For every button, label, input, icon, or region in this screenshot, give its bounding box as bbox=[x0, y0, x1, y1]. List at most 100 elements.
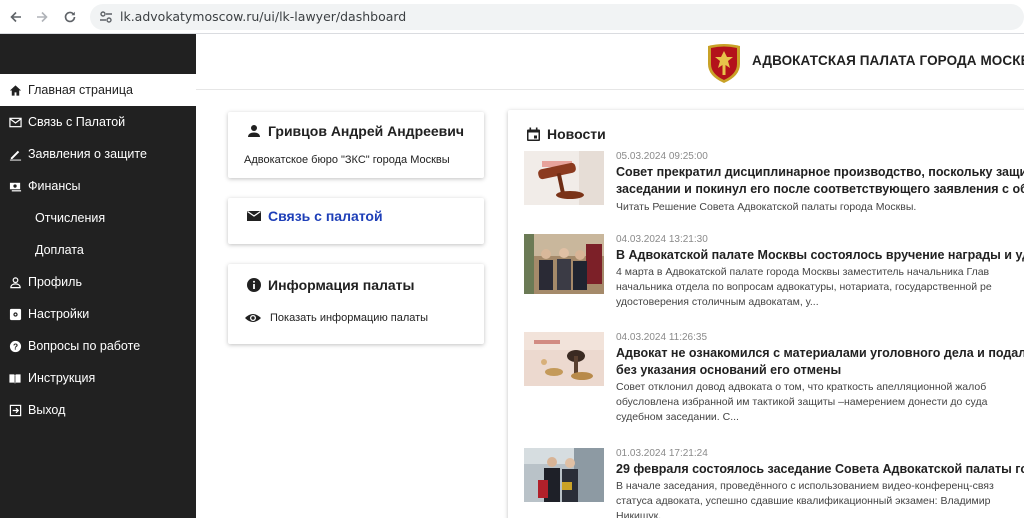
edit-icon bbox=[8, 147, 22, 161]
calendar-icon bbox=[526, 127, 541, 142]
sidebar-item-settings[interactable]: Настройки bbox=[0, 298, 196, 330]
news-item[interactable]: 05.03.2024 09:25:00 Совет прекратил дисц… bbox=[524, 151, 1024, 221]
sidebar-item-label: Инструкция bbox=[28, 371, 96, 385]
site-info-icon[interactable] bbox=[98, 9, 114, 25]
news-headline[interactable]: Совет прекратил дисциплинарное производс… bbox=[616, 164, 1024, 198]
person-icon bbox=[8, 275, 22, 289]
excerpt-line: В начале заседания, проведённого с испол… bbox=[616, 480, 994, 492]
person-icon bbox=[246, 123, 262, 139]
sidebar-item-label: Главная страница bbox=[28, 83, 133, 97]
profile-card: Гривцов Андрей Андреевич Адвокатское бюр… bbox=[228, 112, 484, 178]
emblem-logo bbox=[708, 44, 740, 83]
info-title-row: Информация палаты bbox=[246, 277, 414, 293]
excerpt-line: удостоверения столичным адвокатам, у... bbox=[616, 296, 819, 308]
sidebar-item-work-questions[interactable]: ? Вопросы по работе bbox=[0, 330, 196, 362]
reload-icon[interactable] bbox=[58, 5, 82, 29]
help-icon: ? bbox=[8, 339, 22, 353]
headline-line[interactable]: В Адвокатской палате Москвы состоялось в… bbox=[616, 247, 1024, 264]
contact-link[interactable]: Связь с палатой bbox=[246, 208, 383, 224]
headline-line[interactable]: 29 февраля состоялось заседание Совета А… bbox=[616, 461, 1024, 478]
sidebar-item-label: Доплата bbox=[35, 243, 84, 257]
news-headline[interactable]: В Адвокатской палате Москвы состоялось в… bbox=[616, 247, 1024, 264]
browser-toolbar: lk.advokatymoscow.ru/ui/lk-lawyer/dashbo… bbox=[0, 0, 1024, 34]
sidebar-item-finance[interactable]: Финансы bbox=[0, 170, 196, 202]
sidebar-item-logout[interactable]: Выход bbox=[0, 394, 196, 426]
info-card: Информация палаты Показать информацию па… bbox=[228, 264, 484, 344]
excerpt-line: Читать Решение Совета Адвокатской палаты… bbox=[616, 201, 917, 213]
sidebar-item-contact[interactable]: Связь с Палатой bbox=[0, 106, 196, 138]
sidebar: Главная страница Связь с Палатой Заявлен… bbox=[0, 34, 196, 518]
main-content: Гривцов Андрей Андреевич Адвокатское бюр… bbox=[196, 90, 1024, 518]
news-excerpt: Совет отклонил довод адвоката о том, что… bbox=[616, 380, 1024, 425]
url-text[interactable]: lk.advokatymoscow.ru/ui/lk-lawyer/dashbo… bbox=[120, 9, 406, 24]
profile-name-row: Гривцов Андрей Андреевич bbox=[246, 123, 464, 139]
news-date: 04.03.2024 11:26:35 bbox=[616, 332, 708, 343]
mail-icon bbox=[246, 208, 262, 224]
sidebar-top bbox=[0, 34, 196, 74]
news-excerpt: В начале заседания, проведённого с испол… bbox=[616, 479, 1024, 518]
excerpt-line: обусловлена избранной им тактикой защиты… bbox=[616, 396, 988, 408]
sidebar-item-label: Финансы bbox=[28, 179, 81, 193]
news-date: 01.03.2024 17:21:24 bbox=[616, 448, 708, 459]
news-thumbnail-council-meeting[interactable] bbox=[524, 448, 604, 502]
news-excerpt: 4 марта в Адвокатской палате города Моск… bbox=[616, 265, 1024, 310]
show-info-label: Показать информацию палаты bbox=[270, 312, 429, 324]
news-header: Новости bbox=[526, 126, 606, 142]
sidebar-item-profile[interactable]: Профиль bbox=[0, 266, 196, 298]
money-icon bbox=[8, 179, 22, 193]
settings-icon bbox=[8, 307, 22, 321]
headline-line[interactable]: Совет прекратил дисциплинарное производс… bbox=[616, 164, 1024, 181]
page-header: АДВОКАТСКАЯ ПАЛАТА ГОРОДА МОСКВЫ bbox=[196, 34, 1024, 90]
sidebar-item-instructions[interactable]: Инструкция bbox=[0, 362, 196, 394]
info-icon bbox=[246, 277, 262, 293]
organization-title: АДВОКАТСКАЯ ПАЛАТА ГОРОДА МОСКВЫ bbox=[752, 53, 1024, 68]
news-item[interactable]: 04.03.2024 11:26:35 Адвокат не ознакомил… bbox=[524, 332, 1024, 425]
book-icon bbox=[8, 371, 22, 385]
sidebar-item-additional-payment[interactable]: Доплата bbox=[0, 234, 196, 266]
excerpt-line: Совет отклонил довод адвоката о том, что… bbox=[616, 381, 987, 393]
info-title: Информация палаты bbox=[268, 277, 415, 293]
news-item[interactable]: 01.03.2024 17:21:24 29 февраля состоялос… bbox=[524, 448, 1024, 518]
headline-line[interactable]: Адвокат не ознакомился с материалами уго… bbox=[616, 345, 1024, 362]
news-title: Новости bbox=[547, 126, 606, 142]
news-thumbnail-award-ceremony[interactable] bbox=[524, 234, 604, 294]
show-info-button[interactable]: Показать информацию палаты bbox=[244, 312, 428, 324]
news-thumbnail-scales[interactable] bbox=[524, 332, 604, 386]
sidebar-item-label: Выход bbox=[28, 403, 66, 417]
sidebar-item-label: Вопросы по работе bbox=[28, 339, 141, 353]
excerpt-line: статуса адвоката, успешно сдавшие квалиф… bbox=[616, 495, 991, 507]
news-headline[interactable]: Адвокат не ознакомился с материалами уго… bbox=[616, 345, 1024, 379]
excerpt-line: Никишук, bbox=[616, 510, 662, 518]
address-bar[interactable]: lk.advokatymoscow.ru/ui/lk-lawyer/dashbo… bbox=[90, 4, 1024, 30]
home-icon bbox=[8, 83, 22, 97]
sidebar-item-label: Отчисления bbox=[35, 211, 106, 225]
logout-icon bbox=[8, 403, 22, 417]
sidebar-item-label: Заявления о защите bbox=[28, 147, 147, 161]
headline-line[interactable]: без указания оснований его отмены bbox=[616, 362, 1024, 379]
contact-card[interactable]: Связь с палатой bbox=[228, 198, 484, 244]
back-arrow-icon[interactable] bbox=[4, 5, 28, 29]
news-excerpt: Читать Решение Совета Адвокатской палаты… bbox=[616, 200, 1024, 215]
sidebar-item-defense-requests[interactable]: Заявления о защите bbox=[0, 138, 196, 170]
news-date: 05.03.2024 09:25:00 bbox=[616, 151, 708, 162]
excerpt-line: судебном заседании. С... bbox=[616, 411, 739, 423]
eye-icon bbox=[244, 312, 262, 324]
news-card: Новости 05.03.2024 09:25:00 Совет прекра… bbox=[508, 110, 1024, 518]
mail-icon bbox=[8, 115, 22, 129]
sidebar-item-label: Связь с Палатой bbox=[28, 115, 126, 129]
news-headline[interactable]: 29 февраля состоялось заседание Совета А… bbox=[616, 461, 1024, 478]
news-date: 04.03.2024 13:21:30 bbox=[616, 234, 708, 245]
excerpt-line: 4 марта в Адвокатской палате города Моск… bbox=[616, 266, 990, 278]
profile-name: Гривцов Андрей Андреевич bbox=[268, 123, 465, 139]
profile-bureau: Адвокатское бюро "ЗКС" города Москвы bbox=[244, 154, 450, 166]
contact-title[interactable]: Связь с палатой bbox=[268, 208, 383, 224]
news-thumbnail-gavel[interactable] bbox=[524, 151, 604, 205]
excerpt-line: начальника отдела по вопросам адвокатуры… bbox=[616, 281, 992, 293]
forward-arrow-icon[interactable] bbox=[30, 5, 54, 29]
svg-text:?: ? bbox=[12, 341, 17, 351]
headline-line[interactable]: заседании и покинул его после соответств… bbox=[616, 181, 1024, 198]
sidebar-item-deductions[interactable]: Отчисления bbox=[0, 202, 196, 234]
news-item[interactable]: 04.03.2024 13:21:30 В Адвокатской палате… bbox=[524, 234, 1024, 314]
sidebar-item-home[interactable]: Главная страница bbox=[0, 74, 196, 106]
sidebar-item-label: Профиль bbox=[28, 275, 82, 289]
